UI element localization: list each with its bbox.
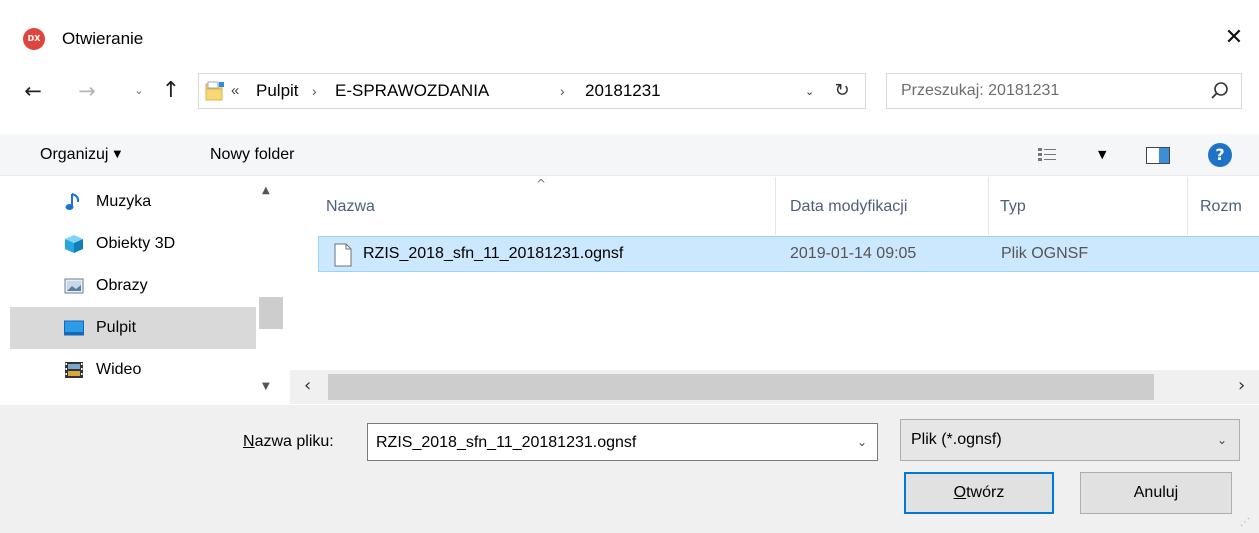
nav-item-label: Muzyka xyxy=(96,193,152,210)
chevron-down-icon[interactable]: ⌄ xyxy=(857,432,867,452)
filename-input[interactable] xyxy=(376,432,836,454)
file-row[interactable]: RZIS_2018_sfn_11_20181231.ognsf 2019-01-… xyxy=(318,236,1259,272)
column-divider[interactable] xyxy=(1187,177,1188,235)
breadcrumb-overflow[interactable]: « xyxy=(231,81,239,101)
filename-label: Nazwa pliku: xyxy=(243,431,334,453)
filename-label-text: azwa pliku: xyxy=(254,433,334,450)
file-name[interactable]: RZIS_2018_sfn_11_20181231.ognsf xyxy=(363,244,623,264)
breadcrumb-20181231[interactable]: 20181231 xyxy=(585,81,661,101)
command-toolbar: Organizuj ▼ Nowy folder ▼ ? xyxy=(0,134,1259,176)
objects-3d-icon xyxy=(65,235,83,253)
close-button[interactable]: ✕ xyxy=(1216,20,1252,56)
open-button[interactable]: Otwórz xyxy=(904,472,1054,514)
filename-label-accesskey: N xyxy=(243,433,255,450)
nav-item-obrazy[interactable]: Obrazy xyxy=(10,265,256,307)
chevron-down-icon: ▼ xyxy=(113,149,122,160)
open-button-text: twórz xyxy=(966,484,1005,501)
desktop-icon xyxy=(64,320,84,336)
file-date-modified: 2019-01-14 09:05 xyxy=(790,245,917,262)
nav-item-label: Wideo xyxy=(96,361,142,378)
navigation-pane: Muzyka Obiekty 3D Obrazy Pulpit Wideo xyxy=(0,177,288,405)
video-icon xyxy=(65,362,83,378)
scroll-right-button[interactable]: › xyxy=(1238,376,1245,396)
filetype-value: Plik (*.ognsf) xyxy=(911,431,1002,448)
search-box[interactable] xyxy=(886,73,1242,109)
sort-ascending-icon: ^ xyxy=(536,177,547,191)
organize-button[interactable]: Organizuj ▼ xyxy=(40,144,121,166)
nav-item-wideo[interactable]: Wideo xyxy=(10,349,256,391)
window-title: Otwieranie xyxy=(62,29,144,48)
search-icon[interactable] xyxy=(1209,80,1231,102)
search-input[interactable] xyxy=(901,80,1201,102)
bottom-panel: Nazwa pliku: ⌄ Plik (*.ognsf) ⌄ Otwórz A… xyxy=(0,405,1259,533)
title-bar: DX Otwieranie ✕ xyxy=(0,0,1259,80)
new-folder-button[interactable]: Nowy folder xyxy=(210,144,294,166)
back-button[interactable]: ← xyxy=(20,76,46,106)
column-header-name[interactable]: Nazwa xyxy=(326,195,375,219)
address-dropdown-button[interactable]: ⌄ xyxy=(805,82,814,102)
breadcrumb-separator[interactable]: › xyxy=(560,81,565,101)
scroll-up-button[interactable]: ▲ xyxy=(262,185,270,196)
app-icon: DX xyxy=(23,28,45,50)
scroll-thumb[interactable] xyxy=(328,374,1154,400)
horizontal-scrollbar[interactable]: ‹ › xyxy=(290,370,1259,404)
scroll-thumb[interactable] xyxy=(259,297,283,329)
view-dropdown-button[interactable]: ▼ xyxy=(1098,144,1106,166)
resize-grip[interactable]: ⋰ xyxy=(1240,517,1250,528)
preview-pane-icon[interactable] xyxy=(1146,147,1170,164)
file-type: Plik OGNSF xyxy=(1001,245,1089,262)
nav-item-obiekty-3d[interactable]: Obiekty 3D xyxy=(10,223,256,265)
nav-pane-scrollbar[interactable]: ▲ ▼ xyxy=(256,177,286,405)
filetype-select[interactable]: Plik (*.ognsf) ⌄ xyxy=(900,419,1240,461)
nav-item-label: Pulpit xyxy=(96,319,137,336)
column-header-date-modified[interactable]: Data modyfikacji xyxy=(790,195,907,219)
help-button[interactable]: ? xyxy=(1208,143,1232,167)
forward-button[interactable]: → xyxy=(74,76,100,106)
chevron-down-icon: ⌄ xyxy=(1216,433,1227,447)
breadcrumb-pulpit[interactable]: Pulpit xyxy=(256,81,299,101)
scroll-down-button[interactable]: ▼ xyxy=(262,381,270,392)
nav-item-muzyka[interactable]: Muzyka xyxy=(10,181,256,223)
breadcrumb-e-sprawozdania[interactable]: E-SPRAWOZDANIA xyxy=(335,81,489,101)
nav-item-label: Obiekty 3D xyxy=(96,235,176,252)
scroll-left-button[interactable]: ‹ xyxy=(304,376,311,396)
filename-combobox[interactable]: ⌄ xyxy=(367,423,878,461)
nav-item-label: Obrazy xyxy=(96,277,148,294)
nav-item-pulpit[interactable]: Pulpit xyxy=(10,307,256,349)
refresh-button[interactable]: ↻ xyxy=(829,78,855,104)
column-header-size[interactable]: Rozm xyxy=(1200,195,1242,219)
organize-label: Organizuj xyxy=(40,146,109,163)
cancel-button[interactable]: Anuluj xyxy=(1080,472,1232,514)
pictures-icon xyxy=(64,278,84,294)
open-button-accesskey: O xyxy=(953,484,967,501)
file-icon xyxy=(334,243,352,267)
recent-locations-button[interactable]: ⌄ xyxy=(126,76,152,106)
breadcrumb-separator[interactable]: › xyxy=(312,81,317,101)
music-icon xyxy=(65,193,80,210)
column-divider[interactable] xyxy=(988,177,989,235)
folder-icon xyxy=(205,81,224,101)
address-bar[interactable]: « Pulpit › E-SPRAWOZDANIA › 20181231 ⌄ ↻ xyxy=(198,73,866,109)
column-divider[interactable] xyxy=(775,177,776,235)
column-header-type[interactable]: Typ xyxy=(1000,195,1026,219)
up-folder-button[interactable]: ↑ xyxy=(158,76,184,106)
